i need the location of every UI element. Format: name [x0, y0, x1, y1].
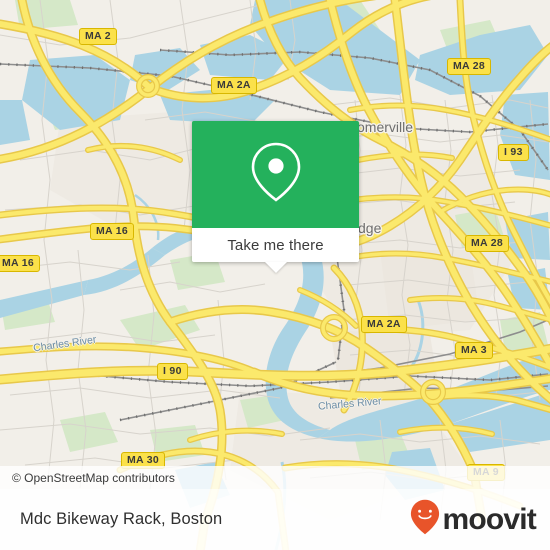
bottom-info-bar: Mdc Bikeway Rack, Boston moovit [0, 489, 550, 550]
popup-header [192, 121, 359, 228]
road-shield: MA 2A [361, 316, 407, 333]
location-popup-card[interactable]: Take me there [192, 121, 359, 273]
place-title: Mdc Bikeway Rack, Boston [20, 510, 223, 528]
road-shield: I 93 [498, 144, 529, 161]
moovit-map-screen: MA 2 MA 2A MA 28 I 93 MA 16 MA 16 MA 28 … [0, 0, 550, 550]
place-label-somerville: omerville [357, 119, 414, 135]
road-shield: MA 2 [79, 28, 117, 45]
map-attribution-bar: © OpenStreetMap contributors [0, 466, 550, 489]
openstreetmap-attribution[interactable]: © OpenStreetMap contributors [0, 471, 175, 485]
road-shield: MA 2A [211, 77, 257, 94]
map-pin-icon [250, 141, 302, 208]
take-me-there-label: Take me there [227, 236, 324, 254]
place-label-cambridge: dge [358, 220, 382, 236]
road-shield: MA 28 [465, 235, 510, 252]
moovit-pin-smiley-icon [410, 499, 440, 540]
road-shield: MA 3 [455, 342, 493, 359]
popup-pointer-tail [264, 262, 287, 273]
road-shield: MA 28 [447, 58, 492, 75]
road-shield: I 90 [157, 363, 188, 380]
moovit-logo[interactable]: moovit [410, 499, 537, 540]
road-shield: MA 16 [0, 255, 41, 272]
popup-footer[interactable]: Take me there [192, 228, 359, 273]
road-shield: MA 16 [90, 223, 135, 240]
moovit-wordmark: moovit [442, 502, 536, 536]
